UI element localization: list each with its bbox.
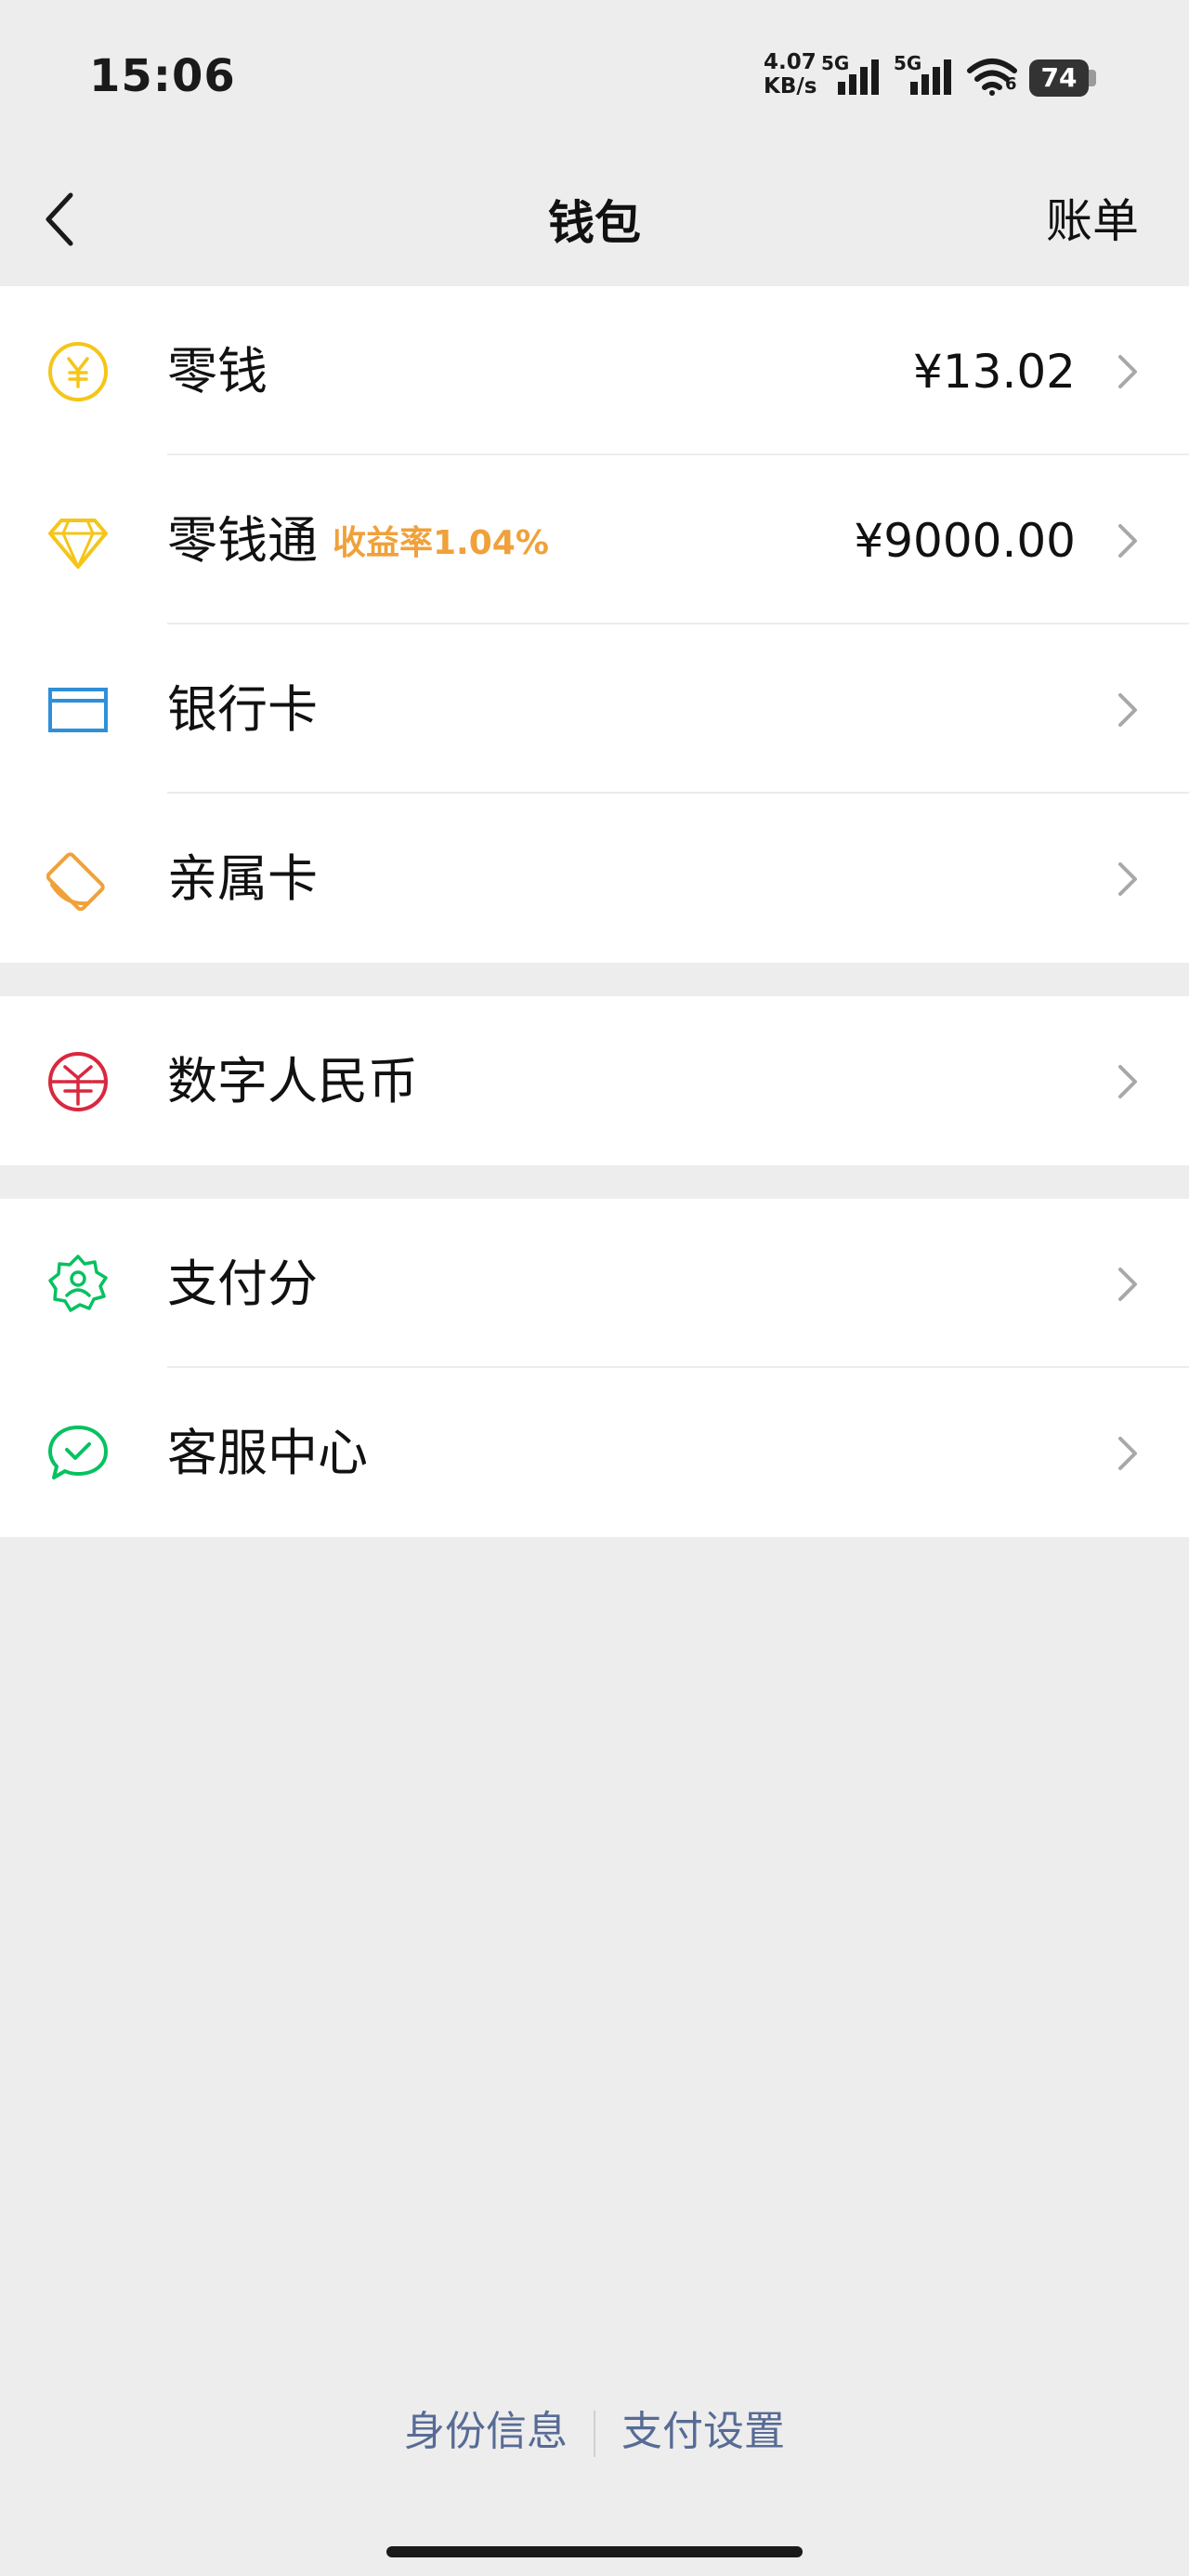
wallet-group-primary: 零钱 ¥13.02 零钱通 收益率1.04% ¥9000.00 银行卡 亲属卡	[0, 286, 1189, 963]
payment-settings-link[interactable]: 支付设置	[621, 2408, 785, 2455]
wallet-group-services: 支付分 客服中心	[0, 1199, 1189, 1537]
wallet-group-digital: 数字人民币	[0, 996, 1189, 1165]
chevron-right-icon	[1118, 693, 1137, 727]
diamond-icon	[48, 519, 108, 569]
chevron-right-icon	[1118, 862, 1137, 896]
nav-bar: 钱包 账单	[0, 149, 1189, 286]
chevron-right-icon	[1118, 1437, 1137, 1470]
row-change-pass-value: ¥9000.00	[854, 514, 1076, 568]
network-speed: 4.07 KB/s	[764, 50, 817, 99]
row-digital-rmb[interactable]: 数字人民币	[0, 996, 1189, 1165]
row-digital-rmb-label: 数字人民币	[167, 1052, 418, 1111]
chevron-right-icon	[1118, 1065, 1137, 1098]
battery-indicator: 74	[1029, 59, 1089, 97]
row-change-label: 零钱	[167, 342, 268, 401]
home-indicator[interactable]	[386, 2546, 803, 2557]
row-bank-card[interactable]: 银行卡	[0, 624, 1189, 794]
cellular-signal-icon	[910, 59, 951, 95]
chevron-right-icon	[1118, 524, 1137, 558]
row-change[interactable]: 零钱 ¥13.02	[0, 286, 1189, 455]
network-speed-unit: KB/s	[764, 74, 817, 99]
chevron-right-icon	[1118, 355, 1137, 388]
yuan-coin-icon	[48, 342, 108, 401]
identity-info-link[interactable]: 身份信息	[404, 2408, 568, 2455]
wifi-label: 6	[1005, 74, 1017, 94]
row-change-value: ¥13.02	[913, 345, 1076, 399]
row-pay-score-label: 支付分	[167, 1255, 318, 1313]
footer-separator	[594, 2411, 595, 2457]
row-bank-card-label: 银行卡	[167, 680, 318, 739]
row-family-card[interactable]: 亲属卡	[0, 794, 1189, 963]
row-family-card-label: 亲属卡	[167, 849, 318, 908]
footer-links: 身份信息 支付设置	[0, 2398, 1189, 2457]
row-change-pass-label: 零钱通 收益率1.04%	[167, 509, 549, 575]
battery-tip	[1089, 70, 1096, 86]
digital-rmb-icon	[48, 1052, 108, 1111]
row-change-pass[interactable]: 零钱通 收益率1.04% ¥9000.00	[0, 455, 1189, 624]
customer-service-icon	[48, 1426, 108, 1479]
row-customer-service-label: 客服中心	[167, 1424, 368, 1482]
row-pay-score[interactable]: 支付分	[0, 1199, 1189, 1368]
network-speed-value: 4.07	[764, 50, 817, 74]
row-customer-service[interactable]: 客服中心	[0, 1368, 1189, 1537]
cellular-signal-icon	[838, 59, 879, 95]
family-card-icon	[46, 852, 105, 911]
status-bar: 15:06 4.07 KB/s 5G 5G 6 74	[0, 0, 1189, 149]
bank-card-icon	[48, 688, 108, 732]
chevron-right-icon	[1118, 1268, 1137, 1301]
yield-rate-badge: 收益率1.04%	[333, 524, 549, 563]
pay-score-icon	[48, 1255, 108, 1312]
page-title: 钱包	[548, 196, 641, 250]
row-change-pass-title: 零钱通	[167, 511, 318, 570]
status-time: 15:06	[89, 50, 236, 102]
bill-button[interactable]: 账单	[1046, 184, 1139, 251]
